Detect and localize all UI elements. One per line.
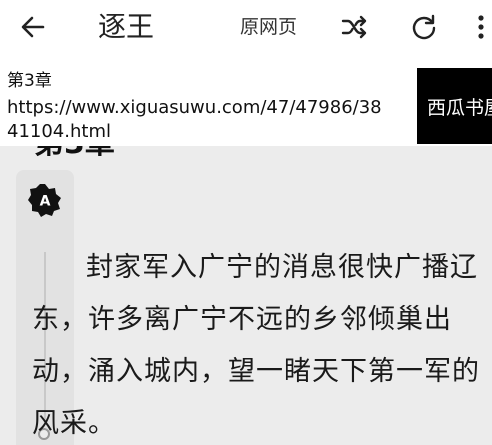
back-arrow-icon: [21, 16, 45, 38]
current-chapter-label: 第3章: [7, 71, 52, 91]
auto-brightness-button[interactable]: A: [27, 182, 63, 218]
source-site-button[interactable]: 西瓜书屋: [417, 68, 492, 144]
reader-content-area[interactable]: 第3章 A 封家军入广宁的消息很快广播辽东，许多离广宁不远的乡邻倾巢出动，涌入城…: [0, 146, 492, 445]
chapter-heading: 第3章: [34, 146, 115, 162]
shuffle-icon: [341, 15, 367, 39]
refresh-icon: [412, 14, 436, 40]
more-vertical-icon: [478, 15, 484, 39]
brightness-letter: A: [40, 194, 51, 210]
refresh-button[interactable]: [408, 11, 440, 43]
original-page-button[interactable]: 原网页: [240, 14, 297, 40]
shuffle-button[interactable]: [338, 11, 370, 43]
source-info-bar: 第3章 https://www.xiguasuwu.com/47/47986/3…: [0, 54, 492, 146]
back-button[interactable]: [18, 12, 48, 42]
top-app-bar: 逐王 原网页: [0, 0, 492, 54]
auto-brightness-icon: A: [28, 184, 61, 217]
more-options-button[interactable]: [470, 11, 492, 43]
chapter-url[interactable]: https://www.xiguasuwu.com/47/47986/38411…: [7, 96, 387, 144]
chapter-text: 封家军入广宁的消息很快广播辽东，许多离广宁不远的乡邻倾巢出动，涌入城内，望一睹天…: [32, 252, 480, 439]
book-title: 逐王: [98, 10, 155, 43]
